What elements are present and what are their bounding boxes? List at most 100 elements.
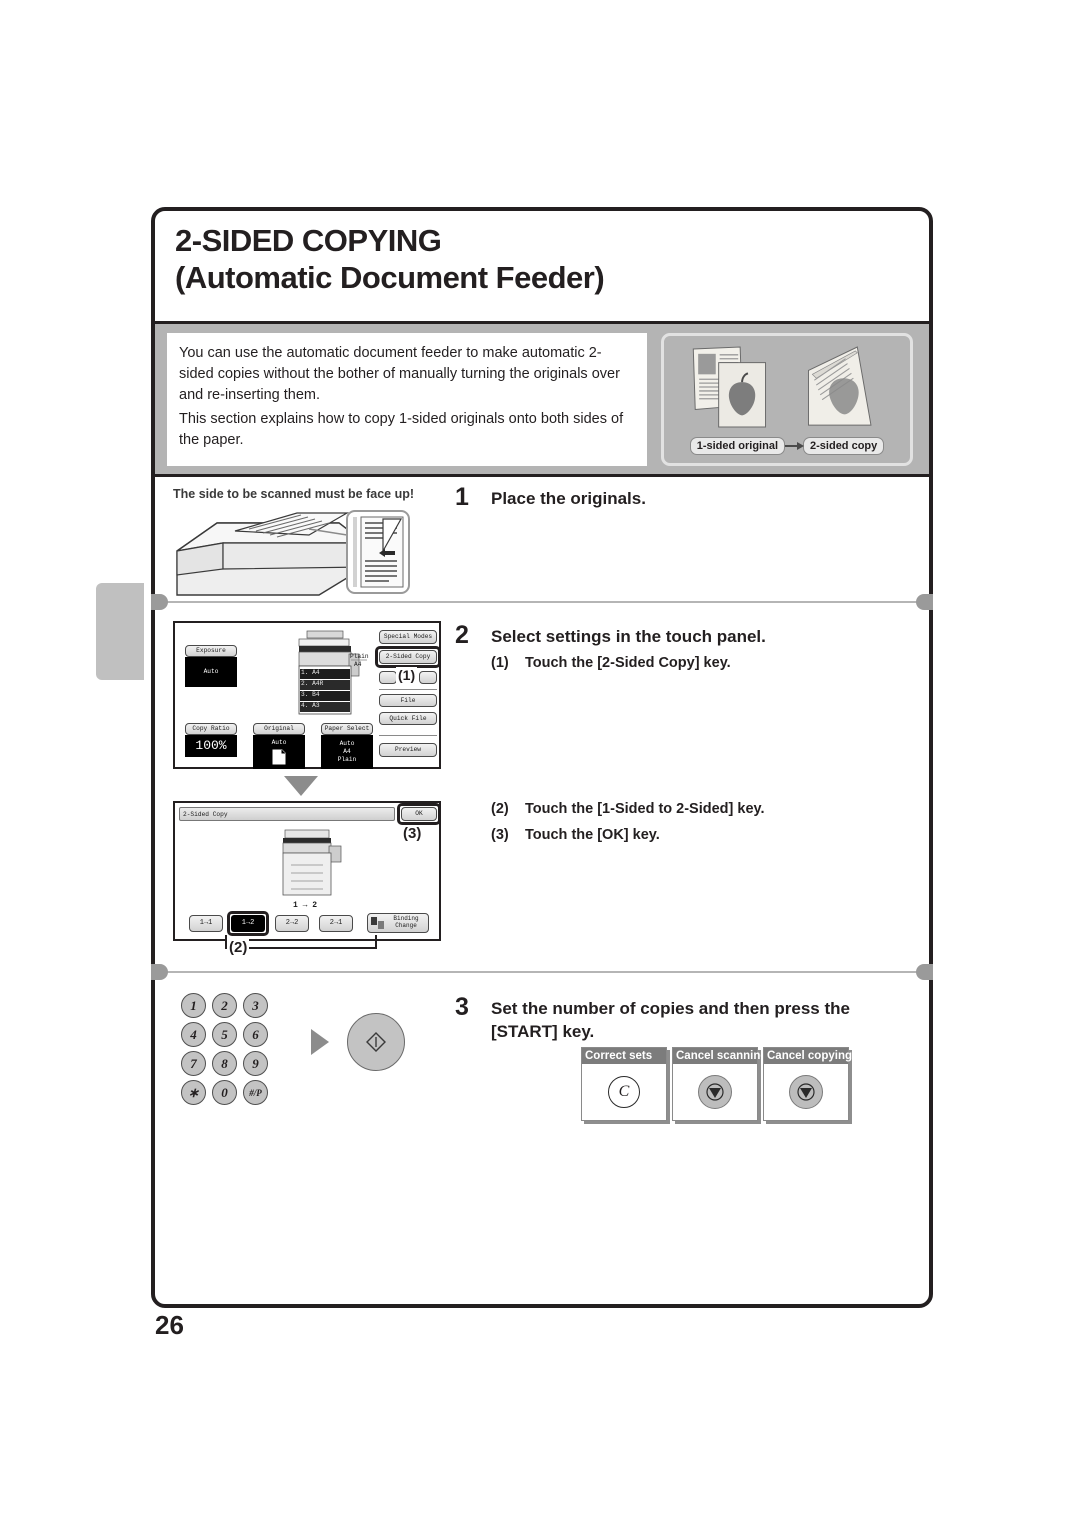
step-1-illustration: The side to be scanned must be face up! xyxy=(155,483,455,601)
step-1-illustration-caption: The side to be scanned must be face up! xyxy=(173,487,415,501)
step-2-text: 2 Select settings in the touch panel. (1… xyxy=(455,609,929,957)
clear-c-icon[interactable]: C xyxy=(608,1076,640,1108)
label-two-sided-copy: 2-sided copy xyxy=(803,436,885,455)
dialog-machine-preview xyxy=(282,829,342,896)
step-1: The side to be scanned must be face up! xyxy=(155,483,929,601)
tray-callout-paper-type: Plain xyxy=(350,653,369,660)
intro-band: You can use the automatic document feede… xyxy=(155,321,929,477)
stop-icon-2[interactable] xyxy=(789,1075,823,1109)
keypad-key-7[interactable]: 7 xyxy=(181,1051,206,1076)
divider-after-step-2 xyxy=(151,964,933,980)
keypad-key-9[interactable]: 9 xyxy=(243,1051,268,1076)
stop-glyph-icon-2 xyxy=(797,1083,815,1101)
panel-label-copy-ratio[interactable]: Copy Ratio xyxy=(185,723,237,735)
keycard-cancel-copying-label: Cancel copying xyxy=(764,1048,852,1064)
tray-row-4: 4. A3 xyxy=(301,702,320,709)
section-thumb-tab xyxy=(96,583,144,680)
step-2-illustrations: Special Modes 2-Sided Copy (1) File Quic… xyxy=(155,609,455,957)
intro-figure: 1-sided original 2-sided copy xyxy=(661,332,913,466)
tray-callout-paper-size: A4 xyxy=(354,661,362,668)
label-one-sided-original: 1-sided original xyxy=(689,436,786,455)
step-3-text: 3 Set the number of copies and then pres… xyxy=(455,981,929,1181)
tray-row-1: 1. A4 xyxy=(301,669,320,676)
keypad-key-4[interactable]: 4 xyxy=(181,1022,206,1047)
panel-button-preview[interactable]: Preview xyxy=(379,743,437,757)
step-2-substep-3: (3) Touch the [OK] key. xyxy=(491,827,660,843)
keycard-cancel-scanning-body xyxy=(673,1064,757,1120)
step-2-substep-1-text: Touch the [2-Sided Copy] key. xyxy=(525,655,731,671)
step-1-heading: Place the originals. xyxy=(491,489,646,508)
highlight-ok-button xyxy=(397,803,441,825)
mode-button-2to1[interactable]: 2→1 xyxy=(319,915,353,932)
stop-glyph-icon xyxy=(706,1083,724,1101)
step-2-substep-2-marker: (2) xyxy=(491,801,509,817)
content-frame: 2-SIDED COPYING (Automatic Document Feed… xyxy=(151,207,933,1308)
paper-select-line-2: A4 xyxy=(343,747,351,755)
panel-label-exposure[interactable]: Exposure xyxy=(185,645,237,657)
step-3: 1 2 3 4 5 6 7 8 9 ∗ 0 #/P 3 Set the numb… xyxy=(155,981,929,1181)
step-1-text: 1 Place the originals. xyxy=(455,483,929,601)
step-2-substep-3-text: Touch the [OK] key. xyxy=(525,827,660,843)
mode-button-2to2[interactable]: 2→2 xyxy=(275,915,309,932)
keypad-key-hash-p[interactable]: #/P xyxy=(243,1080,268,1105)
panel-button-file[interactable]: File xyxy=(379,694,437,707)
panel-button-special-modes[interactable]: Special Modes xyxy=(379,630,437,644)
stop-icon[interactable] xyxy=(698,1075,732,1109)
dialog-preview-caption: 1 → 2 xyxy=(293,901,318,910)
step-3-number: 3 xyxy=(455,993,469,1021)
tray-row-2: 2. A4R xyxy=(301,680,324,687)
panel-label-paper-select[interactable]: Paper Select xyxy=(321,723,373,735)
panel-value-exposure: Auto xyxy=(185,657,237,687)
step-2-substep-3-marker: (3) xyxy=(491,827,509,843)
keycard-correct-sets[interactable]: Correct sets C xyxy=(581,1047,667,1121)
figure-labels: 1-sided original 2-sided copy xyxy=(664,436,910,455)
panel-value-paper-select: Auto A4 Plain xyxy=(321,735,373,769)
control-keys-row: Correct sets C Cancel scanning Cancel co… xyxy=(581,1047,852,1121)
keypad-key-3[interactable]: 3 xyxy=(243,993,268,1018)
panel-button-row-hidden-left[interactable] xyxy=(379,671,397,684)
intro-text-box: You can use the automatic document feede… xyxy=(167,332,647,466)
callout-1: (1) xyxy=(396,667,418,683)
touch-panel-base-screen: Special Modes 2-Sided Copy (1) File Quic… xyxy=(173,621,441,769)
step-1-number: 1 xyxy=(455,483,469,511)
panel-button-row-hidden-right[interactable] xyxy=(419,671,437,684)
keypad-key-6[interactable]: 6 xyxy=(243,1022,268,1047)
keypad-key-0[interactable]: 0 xyxy=(212,1080,237,1105)
panel-label-original[interactable]: Original xyxy=(253,723,305,735)
flow-down-arrow-icon xyxy=(284,776,318,796)
panel-button-quick-file[interactable]: Quick File xyxy=(379,712,437,725)
keypad-key-2[interactable]: 2 xyxy=(212,993,237,1018)
keypad-key-5[interactable]: 5 xyxy=(212,1022,237,1047)
page-title: 2-SIDED COPYING (Automatic Document Feed… xyxy=(155,211,929,321)
keypad-key-8[interactable]: 8 xyxy=(212,1051,237,1076)
callout-3: (3) xyxy=(401,825,424,842)
start-button[interactable] xyxy=(347,1013,405,1071)
tray-row-3: 3. B4 xyxy=(301,691,320,698)
panel-value-original: Auto xyxy=(253,735,305,769)
mode-button-1to1[interactable]: 1→1 xyxy=(189,915,223,932)
dialog-title: 2-Sided Copy xyxy=(183,811,228,818)
keycard-cancel-scanning[interactable]: Cancel scanning xyxy=(672,1047,767,1121)
one-sided-to-two-sided-illustration xyxy=(692,345,872,428)
title-line-2: (Automatic Document Feeder) xyxy=(175,259,605,295)
page-number: 26 xyxy=(155,1310,184,1340)
step-3-heading: Set the number of copies and then press … xyxy=(491,999,850,1042)
original-size-icon xyxy=(272,749,286,765)
panel-original-value-text: Auto xyxy=(271,739,287,747)
divider-after-step-1 xyxy=(151,594,933,610)
keycard-cancel-copying[interactable]: Cancel copying xyxy=(763,1047,852,1121)
start-diamond-icon xyxy=(366,1032,386,1052)
intro-paragraph-1: You can use the automatic document feede… xyxy=(179,344,620,404)
keypad-key-1[interactable]: 1 xyxy=(181,993,206,1018)
machine-tray-diagram xyxy=(298,630,367,715)
keycard-correct-sets-body: C xyxy=(582,1064,666,1120)
paper-select-line-1: Auto xyxy=(339,739,355,747)
adf-face-up-diagram xyxy=(176,510,410,596)
keypad-key-asterisk[interactable]: ∗ xyxy=(181,1080,206,1105)
binding-change-icon xyxy=(371,917,384,929)
touch-panel-two-sided-dialog: 2-Sided Copy OK 1 → 2 1→1 1→2 2→2 2→1 Bi… xyxy=(173,801,441,941)
step-2-substep-1-marker: (1) xyxy=(491,655,509,671)
step-2-substep-2-text: Touch the [1-Sided to 2-Sided] key. xyxy=(525,801,765,817)
step-2-heading: Select settings in the touch panel. xyxy=(491,627,766,646)
paper-select-line-3: Plain xyxy=(337,756,357,764)
